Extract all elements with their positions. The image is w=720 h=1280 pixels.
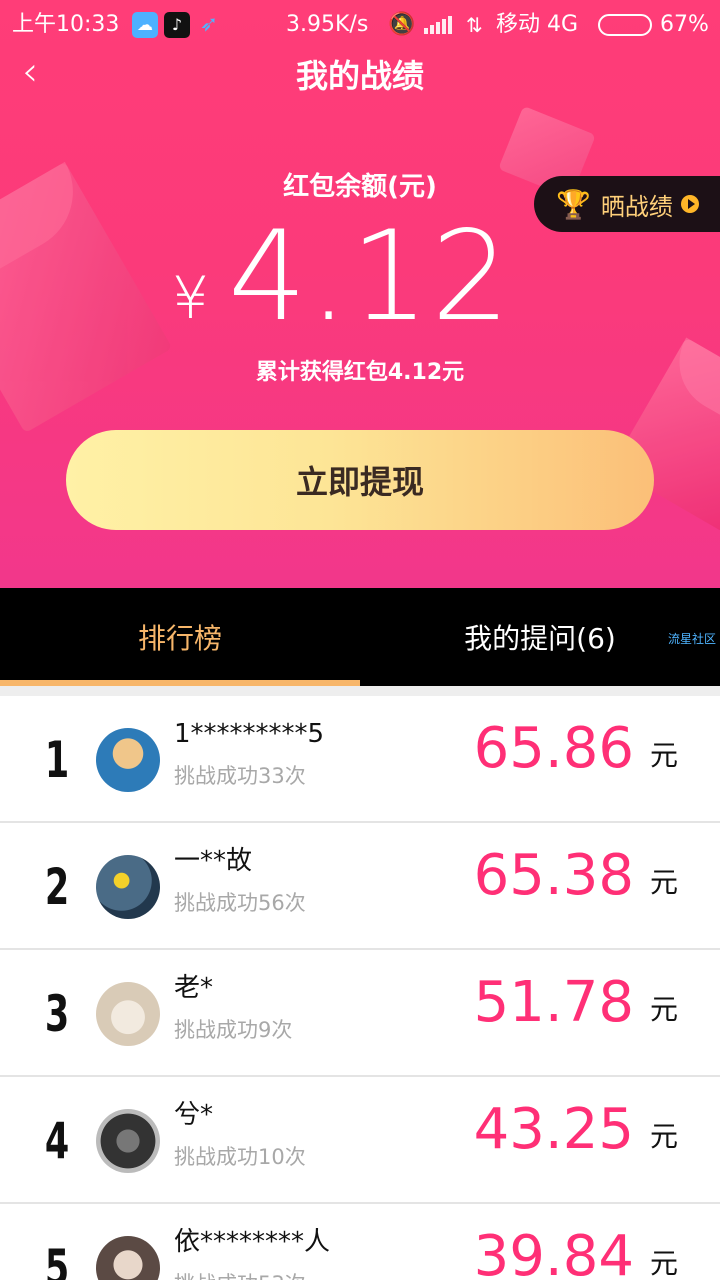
prize-unit: 元 <box>650 739 679 772</box>
balance-amount: 4.12 <box>228 205 513 349</box>
ranking-row[interactable]: 1 1*********5 挑战成功33次 65.86 元 <box>0 696 720 823</box>
prize-amount: 43.25 <box>473 1097 634 1162</box>
rank-number: 3 <box>44 985 70 1043</box>
user-name: 老* <box>174 973 214 1003</box>
ranking-row[interactable]: 2 一**故 挑战成功56次 65.38 元 <box>0 823 720 950</box>
prize-unit: 元 <box>650 1247 679 1280</box>
header-hero: 上午10:33 ☁ ♪ ➶ 3.95K/s 🔕 ⇅ 移动 4G 67% ‹ 我的… <box>0 0 720 588</box>
carrier-label: 移动 4G <box>496 12 579 37</box>
balance-label: 红包余额(元) <box>283 172 437 202</box>
avatar <box>96 855 160 919</box>
page-title: 我的战绩 <box>295 57 424 95</box>
notification-icons: ☁ ♪ ➶ <box>132 12 222 38</box>
chat-app-icon: ☁ <box>132 12 158 38</box>
user-name: 一**故 <box>174 846 253 876</box>
challenge-count: 挑战成功56次 <box>174 891 306 915</box>
rank-number: 1 <box>44 731 70 789</box>
battery-icon <box>598 14 652 36</box>
prize-amount: 65.38 <box>473 843 634 908</box>
avatar <box>96 1109 160 1173</box>
rank-number: 2 <box>44 858 70 916</box>
prize-unit: 元 <box>650 866 679 899</box>
prize-amount: 65.86 <box>473 716 634 781</box>
challenge-count: 挑战成功53次 <box>174 1270 306 1280</box>
currency-symbol: ¥ <box>172 264 209 332</box>
prize-amount: 39.84 <box>473 1224 634 1280</box>
mute-bell-icon: 🔕 <box>388 12 416 37</box>
watermark: 流星社区 <box>668 632 717 646</box>
user-name: 依********人 <box>174 1227 331 1257</box>
user-name: 兮* <box>174 1100 214 1130</box>
status-time: 上午10:33 <box>12 12 120 37</box>
tab-ranking[interactable]: 排行榜 <box>0 588 360 686</box>
ranking-row[interactable]: 4 兮* 挑战成功10次 43.25 元 <box>0 1077 720 1204</box>
challenge-count: 挑战成功33次 <box>174 764 306 788</box>
rank-number: 5 <box>44 1239 70 1280</box>
section-divider <box>0 686 720 696</box>
prize-amount: 51.78 <box>473 970 634 1035</box>
tab-bar: 排行榜 我的提问(6) <box>0 588 720 686</box>
signal-icon <box>424 16 452 34</box>
network-speed: 3.95K/s <box>286 12 369 37</box>
data-transfer-icon: ⇅ <box>466 13 483 37</box>
battery-percent: 67% <box>660 12 709 37</box>
prize-unit: 元 <box>650 1120 679 1153</box>
ranking-row[interactable]: 3 老* 挑战成功9次 51.78 元 <box>0 950 720 1077</box>
music-app-icon: ♪ <box>164 12 190 38</box>
total-earned-text: 累计获得红包4.12元 <box>255 360 465 385</box>
tab-my-questions[interactable]: 我的提问(6) <box>360 588 720 686</box>
challenge-count: 挑战成功10次 <box>174 1145 306 1169</box>
ranking-row[interactable]: 5 依********人 挑战成功53次 39.84 元 <box>0 1204 720 1280</box>
avatar <box>96 982 160 1046</box>
rank-number: 4 <box>44 1112 70 1170</box>
withdraw-button[interactable]: 立即提现 <box>66 430 654 530</box>
prize-unit: 元 <box>650 993 679 1026</box>
avatar <box>96 1236 160 1280</box>
ranking-list: 1 1*********5 挑战成功33次 65.86 元 2 一**故 挑战成… <box>0 696 720 1280</box>
status-bar: 上午10:33 ☁ ♪ ➶ 3.95K/s 🔕 ⇅ 移动 4G 67% <box>0 0 720 50</box>
avatar <box>96 728 160 792</box>
challenge-count: 挑战成功9次 <box>174 1018 293 1042</box>
user-name: 1*********5 <box>174 719 325 749</box>
bird-app-icon: ➶ <box>199 12 219 37</box>
